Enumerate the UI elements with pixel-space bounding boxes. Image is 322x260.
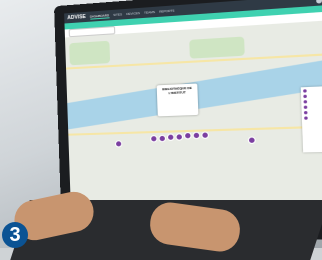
filter-item[interactable] — [304, 105, 322, 109]
marker-dot-icon — [303, 95, 307, 98]
filter-item[interactable] — [303, 88, 322, 93]
app-logo[interactable]: ADVISE — [67, 14, 86, 21]
map-marker[interactable] — [248, 136, 256, 144]
filter-panel — [301, 86, 322, 153]
nav-sites[interactable]: SITES — [113, 12, 122, 17]
map-marker[interactable] — [150, 135, 158, 142]
map-park — [189, 36, 245, 58]
marker-dot-icon — [303, 89, 307, 92]
nav-reports[interactable]: REPORTS — [159, 8, 174, 13]
map-marker[interactable] — [193, 132, 201, 140]
nav-teams[interactable]: TEAMS — [144, 10, 155, 15]
map-marker[interactable] — [115, 140, 122, 147]
map-marker[interactable] — [201, 131, 209, 139]
marker-dot-icon — [304, 100, 308, 103]
nav-devices[interactable]: DEVICES — [126, 11, 140, 16]
laptop-screen: ADVISE DASHBOARD SITES DEVICES TEAMS REP… — [64, 0, 322, 216]
marker-dot-icon — [304, 116, 308, 119]
map-view[interactable]: + − BIBLIOTHEQUE DE L'INSTITUT — [65, 20, 322, 216]
map-marker[interactable] — [167, 134, 175, 141]
filter-item[interactable] — [304, 110, 322, 114]
map-park — [69, 41, 110, 66]
popup-title: BIBLIOTHEQUE DE L'INSTITUT — [157, 86, 198, 96]
map-marker[interactable] — [175, 133, 183, 141]
notification-icon[interactable] — [316, 0, 322, 3]
filter-item[interactable] — [303, 94, 322, 99]
marker-dot-icon — [304, 106, 308, 109]
map-marker[interactable] — [184, 132, 192, 140]
filter-item[interactable] — [304, 99, 322, 103]
map-marker[interactable] — [158, 135, 166, 142]
nav-dashboard[interactable]: DASHBOARD — [90, 13, 109, 19]
step-number-badge: 3 — [2, 222, 28, 248]
marker-dot-icon — [304, 111, 308, 114]
map-popup: BIBLIOTHEQUE DE L'INSTITUT — [157, 83, 199, 116]
filter-item[interactable] — [304, 115, 322, 119]
